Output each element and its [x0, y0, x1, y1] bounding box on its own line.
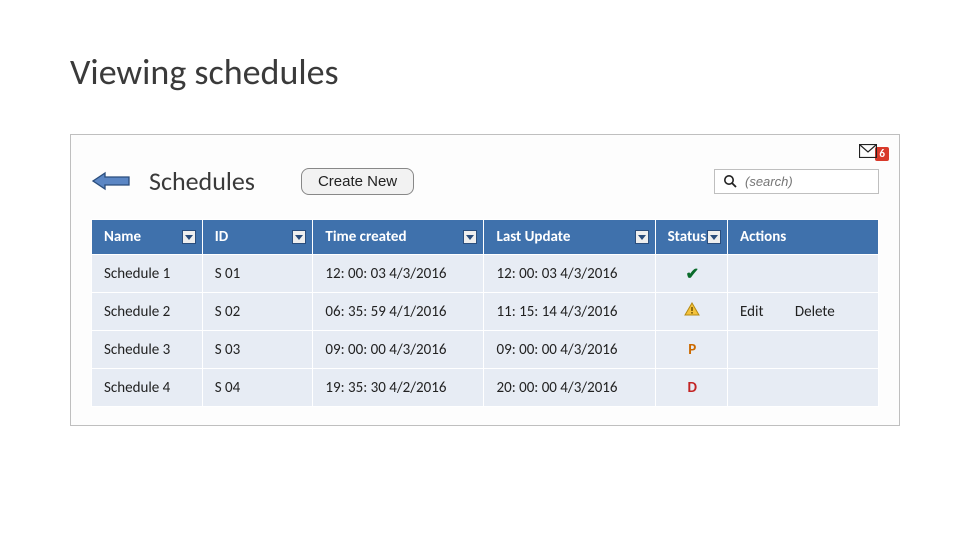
time-created: 09: 00: 00 4/3/2016 — [313, 331, 484, 369]
notification-badge: 6 — [875, 147, 889, 161]
schedule-id: S 02 — [202, 293, 313, 331]
table-row: Schedule 2 S 02 06: 35: 59 4/1/2016 11: … — [92, 293, 879, 331]
create-new-button[interactable]: Create New — [301, 168, 414, 195]
col-time-created[interactable]: Time created — [313, 220, 484, 255]
col-id[interactable]: ID — [202, 220, 313, 255]
last-update: 09: 00: 00 4/3/2016 — [484, 331, 655, 369]
status-cell: D — [655, 369, 727, 407]
col-id-label: ID — [215, 228, 228, 246]
filter-icon[interactable] — [707, 230, 721, 244]
table-row: Schedule 4 S 04 19: 35: 30 4/2/2016 20: … — [92, 369, 879, 407]
time-created: 06: 35: 59 4/1/2016 — [313, 293, 484, 331]
time-created: 12: 00: 03 4/3/2016 — [313, 255, 484, 293]
back-arrow-icon[interactable] — [91, 171, 131, 191]
col-actions: Actions — [728, 220, 879, 255]
table-row: Schedule 3 S 03 09: 00: 00 4/3/2016 09: … — [92, 331, 879, 369]
last-update: 11: 15: 14 4/3/2016 — [484, 293, 655, 331]
col-status[interactable]: Status — [655, 220, 727, 255]
status-warning-icon — [684, 302, 700, 321]
filter-icon[interactable] — [463, 230, 477, 244]
col-name[interactable]: Name — [92, 220, 203, 255]
notifications-icon[interactable] — [859, 144, 877, 158]
edit-action[interactable]: Edit — [740, 303, 763, 321]
toolbar: Schedules Create New — [91, 165, 879, 197]
search-box[interactable] — [714, 169, 879, 194]
search-input[interactable] — [743, 173, 870, 190]
last-update: 20: 00: 00 4/3/2016 — [484, 369, 655, 407]
filter-icon[interactable] — [182, 230, 196, 244]
status-check-icon: ✔ — [686, 265, 699, 284]
schedule-id: S 01 — [202, 255, 313, 293]
delete-action[interactable]: Delete — [795, 303, 835, 321]
col-time-created-label: Time created — [325, 228, 406, 246]
actions-cell — [728, 255, 879, 293]
status-paused-icon: P — [688, 341, 696, 359]
time-created: 19: 35: 30 4/2/2016 — [313, 369, 484, 407]
col-actions-label: Actions — [740, 228, 786, 246]
schedules-panel: 6 Schedules Create New — [70, 134, 900, 426]
table-header-row: Name ID Time created — [92, 220, 879, 255]
col-name-label: Name — [104, 228, 141, 246]
schedule-name-link[interactable]: Schedule 1 — [92, 255, 203, 293]
table-row: Schedule 1 S 01 12: 00: 03 4/3/2016 12: … — [92, 255, 879, 293]
col-last-update-label: Last Update — [496, 228, 570, 246]
status-cell: P — [655, 331, 727, 369]
status-disabled-icon: D — [688, 379, 697, 397]
col-status-label: Status — [668, 228, 707, 246]
page-title: Viewing schedules — [70, 50, 900, 94]
section-title: Schedules — [149, 165, 255, 197]
schedules-table: Name ID Time created — [91, 219, 879, 407]
status-cell — [655, 293, 727, 331]
search-icon — [723, 174, 737, 188]
schedule-id: S 04 — [202, 369, 313, 407]
filter-icon[interactable] — [292, 230, 306, 244]
schedule-name-link[interactable]: Schedule 4 — [92, 369, 203, 407]
schedule-name-link[interactable]: Schedule 3 — [92, 331, 203, 369]
schedule-name-link[interactable]: Schedule 2 — [92, 293, 203, 331]
actions-cell — [728, 369, 879, 407]
col-last-update[interactable]: Last Update — [484, 220, 655, 255]
last-update: 12: 00: 03 4/3/2016 — [484, 255, 655, 293]
status-cell: ✔ — [655, 255, 727, 293]
actions-cell — [728, 331, 879, 369]
filter-icon[interactable] — [635, 230, 649, 244]
actions-cell: Edit Delete — [728, 293, 879, 331]
schedule-id: S 03 — [202, 331, 313, 369]
